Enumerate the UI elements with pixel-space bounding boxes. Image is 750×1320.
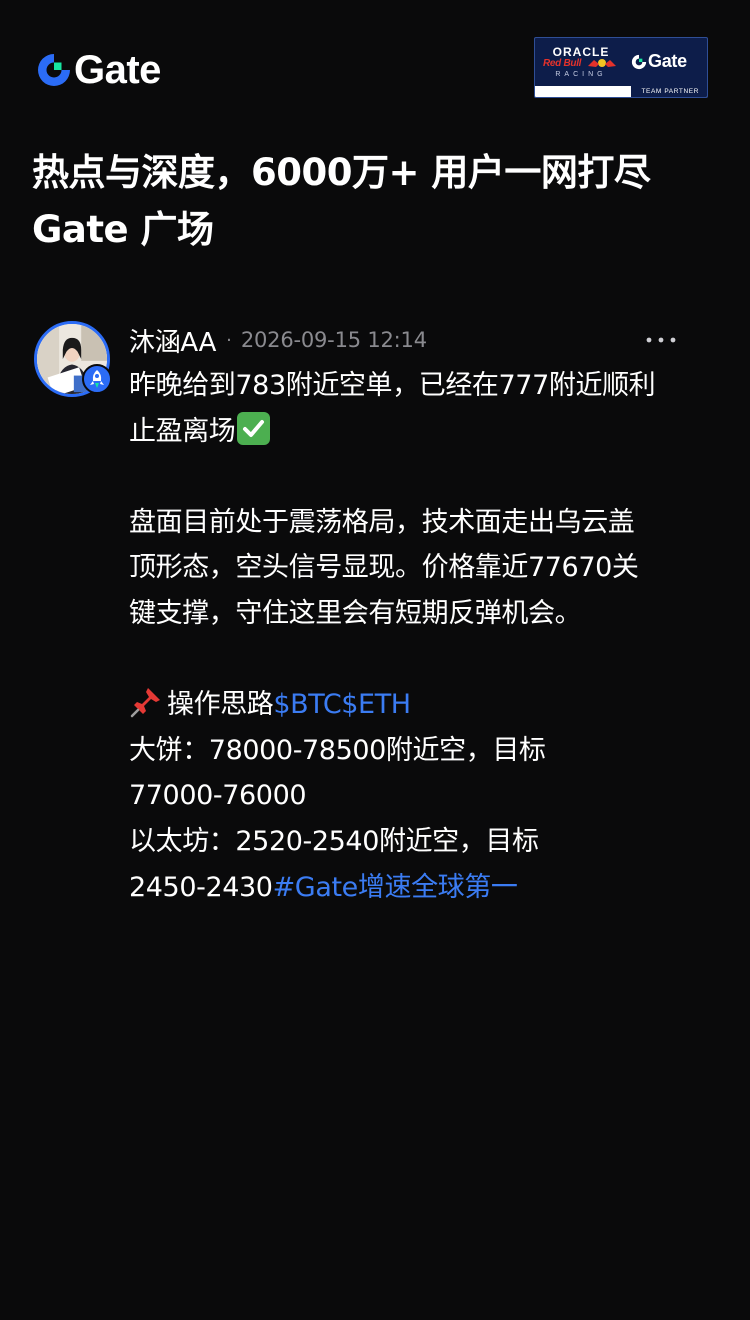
eth-ticker-link[interactable]: $ETH <box>341 689 411 720</box>
more-dots-icon <box>646 337 676 343</box>
post-line: 大饼：78000-78500附近空，目标 <box>129 734 546 766</box>
partner-gate-text: Gate <box>648 51 687 71</box>
partner-gate-logo: Gate <box>631 51 687 72</box>
post-line: 2450-2430#Gate增速全球第一 <box>129 865 721 911</box>
gate-logo[interactable]: Gate <box>36 50 161 90</box>
post-line: 77000-76000 <box>129 780 307 812</box>
author-name[interactable]: 沐涵AA <box>129 322 216 359</box>
hashtag-link[interactable]: #Gate增速全球第一 <box>273 872 518 903</box>
post-line: 键支撑，守住这里会有短期反弹机会。 <box>129 597 582 629</box>
post-body[interactable]: 昨晚给到783附近空单，已经在777附近顺利 止盈离场 盘面目前处于震荡格局，技… <box>129 363 721 910</box>
red-bull-text: Red Bull <box>543 58 582 69</box>
post-line: 顶形态，空头信号显现。价格靠近77670关 <box>129 552 639 584</box>
gate-logo-small-icon <box>631 54 647 69</box>
check-mark-icon <box>237 411 271 445</box>
post-line: 以太坊：2520-2540附近空，目标 <box>129 825 539 857</box>
post-line: 盘面目前处于震荡格局，技术面走出乌云盖 <box>129 506 635 538</box>
post-timestamp: 2026-09-15 12:14 <box>240 328 427 352</box>
team-partner-strip: TEAM PARTNER <box>535 86 707 97</box>
oracle-red-bull-partner-badge: ORACLE Red Bull RACING Gate TEAM PARTNER <box>534 37 708 98</box>
page-headline: 热点与深度，6000万+ 用户一网打尽 Gate 广场 <box>32 144 722 258</box>
post-meta: 沐涵AA · 2026-09-15 12:14 <box>129 322 427 358</box>
more-options-button[interactable] <box>641 326 681 354</box>
post-line: 止盈离场 <box>129 409 721 455</box>
btc-ticker-link[interactable]: $BTC <box>273 689 341 720</box>
headline-line-1: 热点与深度，6000万+ 用户一网打尽 <box>32 151 651 194</box>
post-line-text: 止盈离场 <box>129 415 236 447</box>
verified-rocket-badge-icon <box>82 364 112 394</box>
logo-text: Gate <box>74 48 161 92</box>
red-bull-icon <box>588 59 616 67</box>
racing-text: RACING <box>555 71 607 78</box>
meta-separator: · <box>226 329 232 351</box>
gate-logo-icon <box>38 54 70 86</box>
pushpin-icon <box>129 685 163 719</box>
post-line: 昨晚给到783附近空单，已经在777附近顺利 <box>129 370 656 401</box>
headline-line-2: Gate 广场 <box>32 208 214 251</box>
post-line: 操作思路$BTC$ETH <box>129 682 721 728</box>
post-line-text: 2450-2430 <box>129 871 273 903</box>
team-partner-label: TEAM PARTNER <box>631 86 707 97</box>
post-line-text: 操作思路 <box>167 689 274 721</box>
